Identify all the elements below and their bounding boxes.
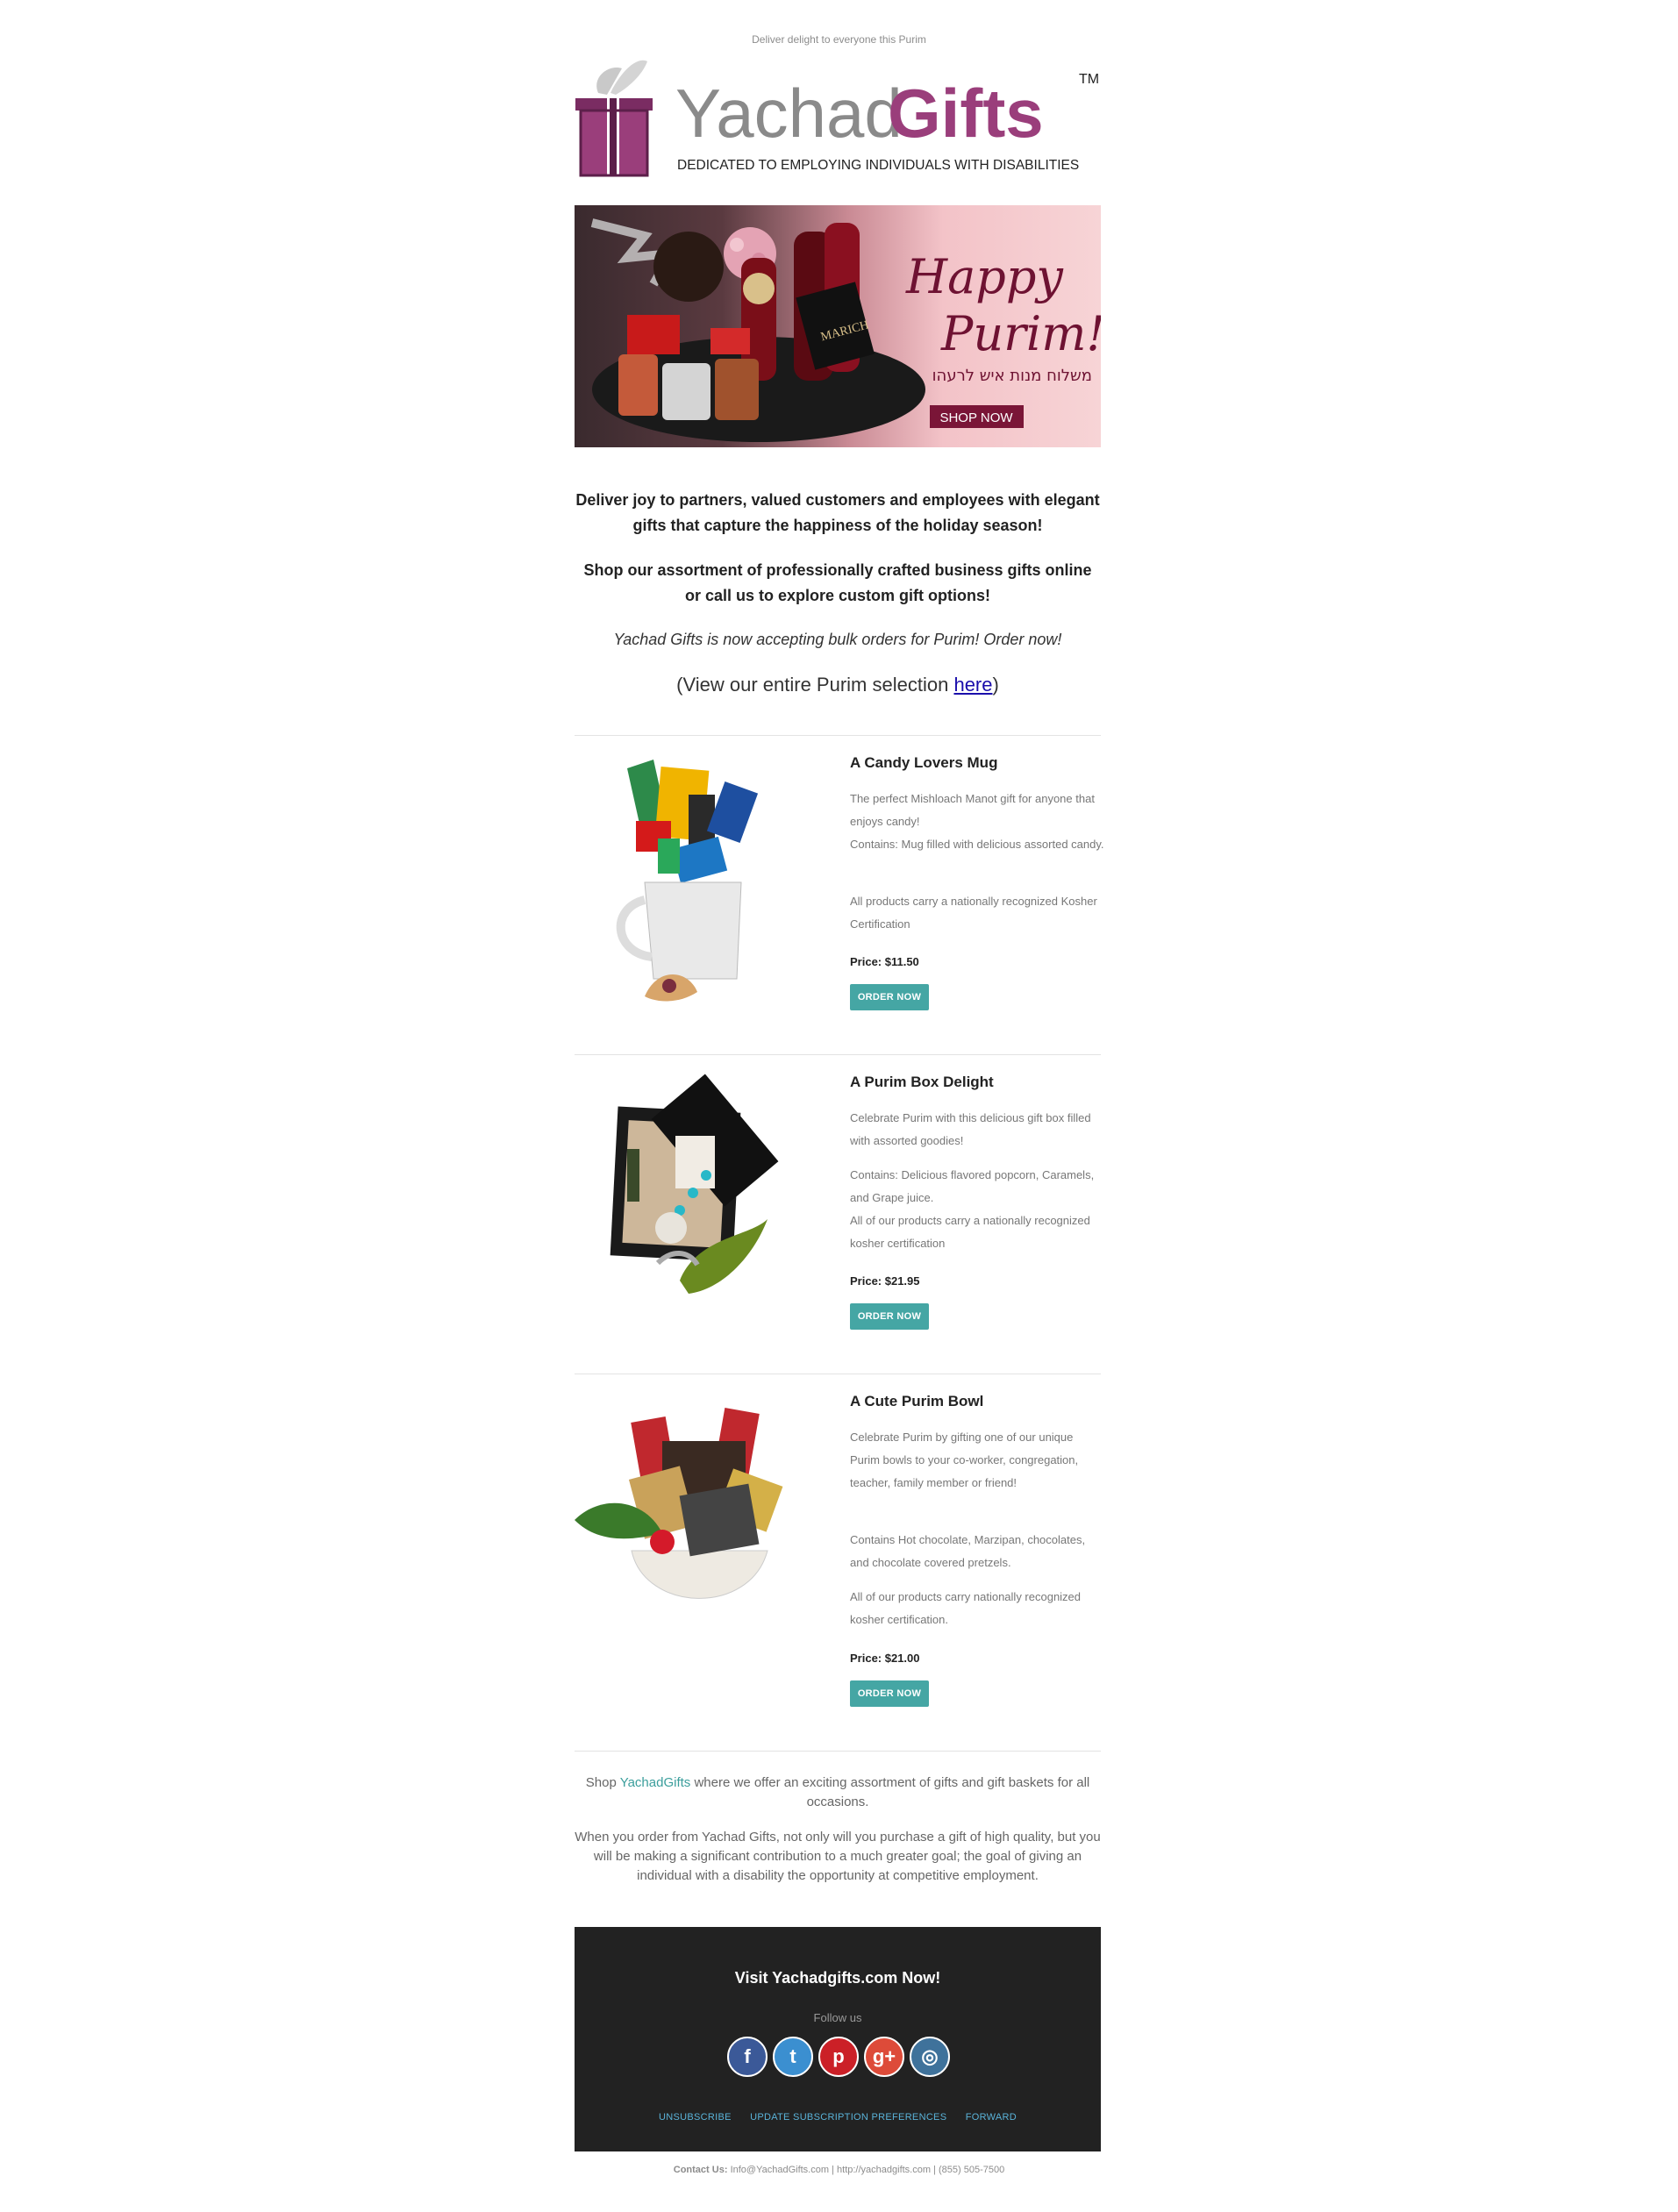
preheader-text: Deliver delight to everyone this Purim xyxy=(752,33,926,46)
section-divider xyxy=(575,1751,1101,1752)
view-selection-prefix: (View our entire Purim selection xyxy=(676,674,954,696)
order-now-button[interactable]: ORDER NOW xyxy=(850,1303,929,1330)
product-price: Price: $21.00 xyxy=(850,1652,920,1665)
hero-happy: Happy xyxy=(905,249,1064,304)
forward-link[interactable]: FORWARD xyxy=(966,2112,1017,2123)
google-plus-icon[interactable]: g+ xyxy=(864,2037,904,2077)
gift-box-icon xyxy=(575,60,653,177)
intro-section-2: Shop our assortment of professionally cr… xyxy=(575,558,1101,609)
footer: Visit Yachadgifts.com Now! Follow us f t… xyxy=(575,1927,1101,2151)
product-image-candy-mug[interactable] xyxy=(575,760,820,1023)
footer-links: UNSUBSCRIBE UPDATE SUBSCRIPTION PREFEREN… xyxy=(575,2112,1101,2123)
contact-phone: (855) 505-7500 xyxy=(939,2165,1005,2175)
unsubscribe-link[interactable]: UNSUBSCRIBE xyxy=(659,2112,732,2123)
product-description-line: All of our products carry a nationally r… xyxy=(850,1214,1090,1250)
yachad-gifts-logo[interactable]: Yachad Gifts DEDICATED TO EMPLOYING INDI… xyxy=(574,60,1104,178)
twitter-icon[interactable]: t xyxy=(773,2037,813,2077)
product-price: Price: $21.95 xyxy=(850,1274,920,1288)
social-icons: f t p g+ ◎ xyxy=(727,2037,955,2080)
product-description-line: Celebrate Purim by gifting one of our un… xyxy=(850,1431,1079,1489)
shop-suffix: where we offer an exciting assortment of… xyxy=(690,1775,1090,1809)
separator: | xyxy=(931,2165,939,2175)
intro-section: Deliver joy to partners, valued customer… xyxy=(575,488,1101,539)
intro-paragraph-2: Shop our assortment of professionally cr… xyxy=(583,561,1092,604)
pinterest-icon[interactable]: p xyxy=(818,2037,859,2077)
separator: | xyxy=(829,2165,838,2175)
product-description-line: The perfect Mishloach Manot gift for any… xyxy=(850,792,1095,828)
view-selection-link[interactable]: here xyxy=(953,674,992,696)
hero-shop-now-label: SHOP NOW xyxy=(939,410,1013,425)
contact-website[interactable]: http://yachadgifts.com xyxy=(837,2165,931,2175)
mission-paragraph: When you order from Yachad Gifts, not on… xyxy=(575,1830,1101,1883)
product-description-line: Contains Hot chocolate, Marzipan, chocol… xyxy=(850,1533,1086,1569)
product-description-line: Celebrate Purim with this delicious gift… xyxy=(850,1111,1091,1147)
product-image-purim-box[interactable] xyxy=(575,1061,820,1324)
intro-section-4: (View our entire Purim selection here) xyxy=(575,674,1101,696)
shop-prefix: Shop xyxy=(585,1775,620,1790)
hero-hebrew: משלוח מנות איש לרעהו xyxy=(932,367,1092,385)
intro-paragraph-1: Deliver joy to partners, valued customer… xyxy=(575,491,1100,534)
contact-label: Contact Us: xyxy=(673,2165,728,2175)
intro-paragraph-3: Yachad Gifts is now accepting bulk order… xyxy=(613,631,1062,648)
logo-tagline: DEDICATED TO EMPLOYING INDIVIDUALS WITH … xyxy=(677,158,1079,173)
product-price: Price: $11.50 xyxy=(850,955,919,968)
intro-section-3: Yachad Gifts is now accepting bulk order… xyxy=(575,631,1101,649)
hero-illustration: MARICH Happy Purim! משלוח מנות איש לרעהו… xyxy=(590,218,1101,442)
logo-word-gifts: Gifts xyxy=(888,75,1044,152)
visit-site-link[interactable]: Visit Yachadgifts.com Now! xyxy=(575,1969,1101,1987)
instagram-icon[interactable]: ◎ xyxy=(910,2037,950,2077)
yachadgifts-link[interactable]: YachadGifts xyxy=(620,1775,691,1790)
view-selection-suffix: ) xyxy=(992,674,999,696)
product-image-purim-bowl[interactable] xyxy=(575,1393,820,1656)
view-selection-text: (View our entire Purim selection here) xyxy=(575,674,1101,696)
hero-banner[interactable]: MARICH Happy Purim! משלוח מנות איש לרעהו… xyxy=(575,205,1101,447)
contact-email[interactable]: Info@YachadGifts.com xyxy=(731,2165,829,2175)
logo-word-yachad: Yachad xyxy=(675,75,903,152)
product-divider xyxy=(575,1054,1101,1055)
trademark-mark: TM xyxy=(1079,72,1100,87)
product-title[interactable]: A Purim Box Delight xyxy=(850,1074,994,1091)
update-preferences-link[interactable]: UPDATE SUBSCRIPTION PREFERENCES xyxy=(750,2112,946,2123)
facebook-icon[interactable]: f xyxy=(727,2037,768,2077)
contact-line: Contact Us: Info@YachadGifts.com | http:… xyxy=(0,2165,1678,2175)
shop-paragraph: Shop YachadGifts where we offer an excit… xyxy=(575,1773,1101,1812)
product-description-line: All products carry a nationally recogniz… xyxy=(850,895,1097,931)
product-title[interactable]: A Cute Purim Bowl xyxy=(850,1393,983,1410)
product-divider xyxy=(575,735,1101,736)
product-title[interactable]: A Candy Lovers Mug xyxy=(850,754,997,772)
follow-us-label: Follow us xyxy=(813,2011,862,2024)
hero-purim: Purim! xyxy=(940,306,1101,361)
product-description-line: All of our products carry nationally rec… xyxy=(850,1590,1082,1626)
product-description-line: Contains: Mug filled with delicious asso… xyxy=(850,838,1104,851)
order-now-button[interactable]: ORDER NOW xyxy=(850,1680,929,1707)
product-description-line: Contains: Delicious flavored popcorn, Ca… xyxy=(850,1168,1095,1204)
order-now-button[interactable]: ORDER NOW xyxy=(850,984,929,1010)
